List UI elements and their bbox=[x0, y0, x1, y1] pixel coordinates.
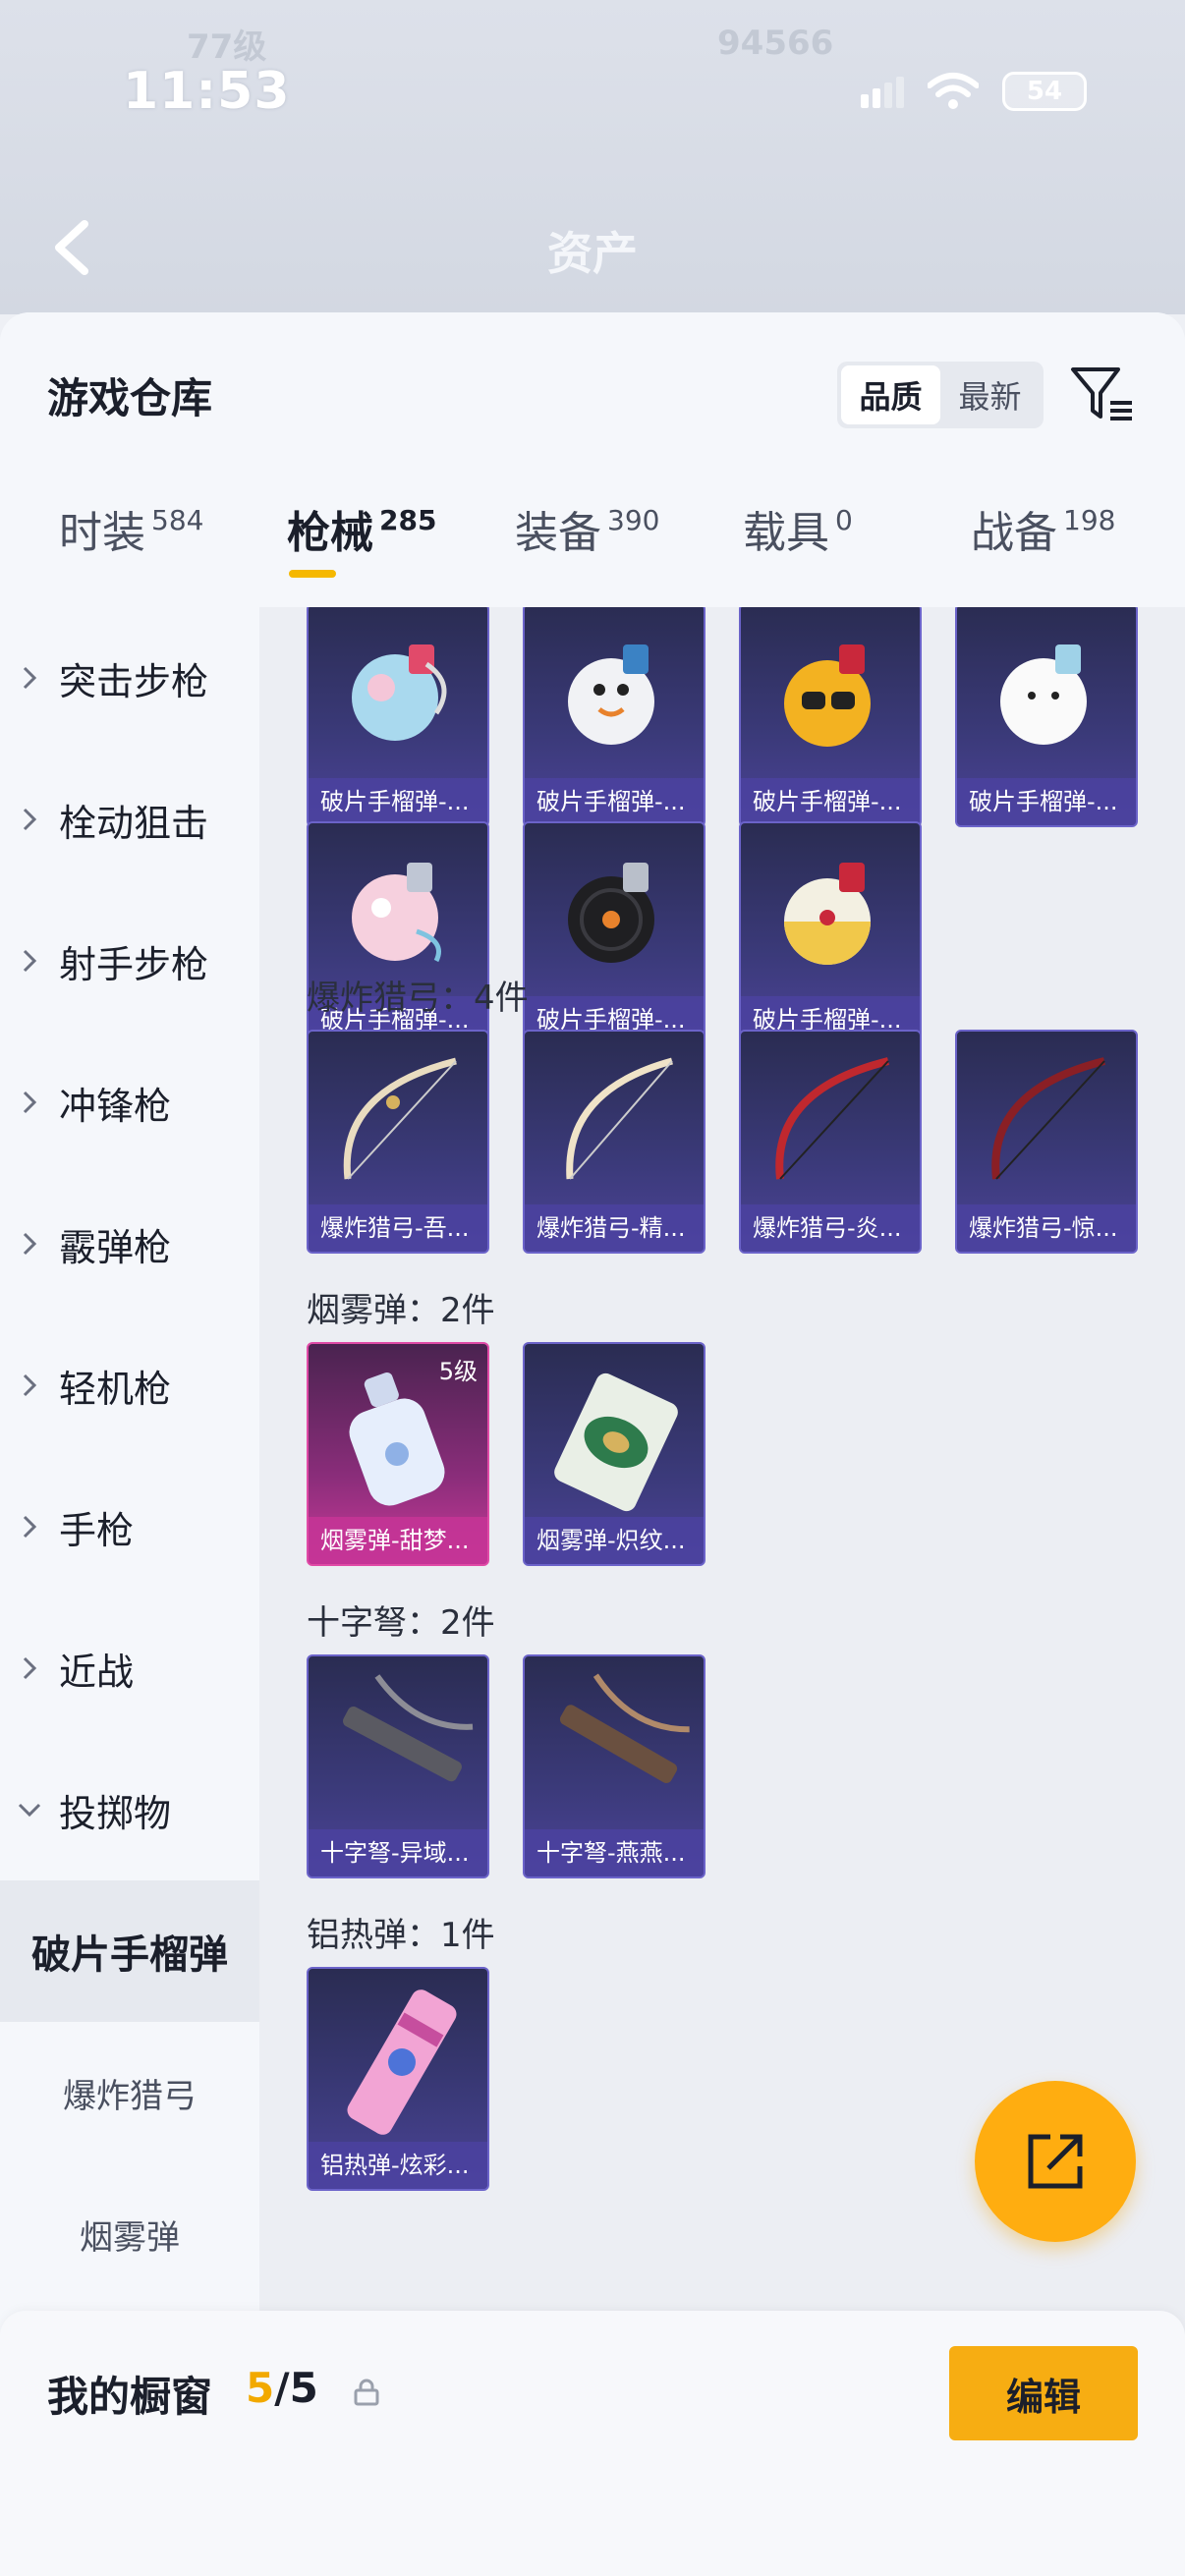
panel-title: 游戏仓库 bbox=[47, 374, 213, 422]
sort-quality-option[interactable]: 品质 bbox=[841, 365, 940, 424]
item-card[interactable]: 爆炸猎弓-精... bbox=[523, 1030, 705, 1254]
chevron-down-icon bbox=[18, 1803, 41, 1818]
chevron-right-icon bbox=[23, 666, 37, 690]
chevron-right-icon bbox=[23, 1232, 37, 1256]
tab-fashion[interactable]: 时装 584 bbox=[59, 497, 203, 607]
sidebar-item-pistol[interactable]: 手枪 bbox=[0, 1456, 259, 1597]
share-button[interactable] bbox=[975, 2081, 1136, 2242]
bow-icon bbox=[343, 1057, 457, 1180]
sidebar-item-shotgun[interactable]: 霰弹枪 bbox=[0, 1173, 259, 1315]
crossbow-icon bbox=[559, 1673, 690, 1783]
item-card[interactable]: 十字弩-异域... bbox=[307, 1654, 489, 1878]
item-card[interactable]: 破片手榴弹-... bbox=[523, 821, 705, 1045]
grenade-icon bbox=[568, 863, 654, 963]
tab-equipment[interactable]: 装备 390 bbox=[515, 497, 659, 607]
battery-indicator: 54 bbox=[1002, 72, 1087, 111]
category-tabs: 时装 584 枪械 285 装备 390 载具 0 战备 198 bbox=[0, 497, 1185, 607]
item-card[interactable]: 破片手榴弹-... bbox=[955, 607, 1138, 827]
section-title-smoke-grenade: 烟雾弹：2件 bbox=[307, 1291, 495, 1330]
showcase-title: 我的橱窗 bbox=[47, 2373, 213, 2421]
status-time: 11:53 bbox=[123, 62, 291, 121]
tab-firearms[interactable]: 枪械 285 bbox=[287, 497, 436, 607]
tab-active-indicator bbox=[289, 570, 336, 578]
canister-icon bbox=[554, 1372, 678, 1512]
item-card[interactable]: 破片手榴弹-... bbox=[739, 607, 922, 827]
chevron-right-icon bbox=[23, 1373, 37, 1397]
chevron-right-icon bbox=[23, 808, 37, 831]
bow-icon bbox=[566, 1057, 673, 1180]
bow-icon bbox=[991, 1057, 1105, 1180]
chevron-right-icon bbox=[23, 949, 37, 973]
lock-icon bbox=[354, 2379, 379, 2406]
grenade-icon bbox=[784, 863, 871, 965]
chevron-right-icon bbox=[23, 1515, 37, 1539]
showcase-bar: 我的橱窗 5/5 编辑 bbox=[0, 2311, 1185, 2576]
item-card[interactable]: 铝热弹-炫彩... bbox=[307, 1967, 489, 2191]
page-title: 资产 bbox=[547, 227, 638, 280]
external-link-icon bbox=[1028, 2134, 1083, 2189]
panel-header: 游戏仓库 品质 最新 时装 584 枪械 285 装备 390 载具 0 战备 198 bbox=[0, 312, 1185, 607]
tab-supplies[interactable]: 战备 198 bbox=[971, 497, 1115, 607]
bow-icon bbox=[775, 1057, 889, 1180]
grenade-icon bbox=[568, 644, 654, 745]
sidebar-sub-smoke-grenade[interactable]: 烟雾弹 bbox=[0, 2163, 259, 2305]
sidebar-item-smg[interactable]: 冲锋枪 bbox=[0, 1032, 259, 1173]
sidebar-item-throwables[interactable]: 投掷物 bbox=[0, 1739, 259, 1880]
sidebar-item-lmg[interactable]: 轻机枪 bbox=[0, 1315, 259, 1456]
grenade-icon bbox=[352, 644, 447, 741]
thermite-icon bbox=[347, 1989, 457, 2135]
section-title-thermite: 铝热弹：1件 bbox=[307, 1916, 495, 1955]
item-card[interactable]: 破片手榴弹-... bbox=[307, 607, 489, 827]
sidebar-item-melee[interactable]: 近战 bbox=[0, 1597, 259, 1739]
status-bar: 11:53 54 bbox=[123, 57, 1087, 126]
signal-icon bbox=[861, 77, 904, 108]
item-card[interactable]: 烟雾弹-炽纹... bbox=[523, 1342, 705, 1566]
grenade-icon bbox=[784, 644, 871, 747]
warehouse-panel: 游戏仓库 品质 最新 时装 584 枪械 285 装备 390 载具 0 战备 198 突… bbox=[0, 312, 1185, 2576]
chevron-right-icon bbox=[23, 1091, 37, 1114]
item-card[interactable]: 爆炸猎弓-吾... bbox=[307, 1030, 489, 1254]
item-card[interactable]: 爆炸猎弓-惊... bbox=[955, 1030, 1138, 1254]
sidebar-item-bolt-sniper[interactable]: 栓动狙击 bbox=[0, 749, 259, 890]
grenade-icon bbox=[1000, 644, 1087, 745]
sidebar-item-assault-rifle[interactable]: 突击步枪 bbox=[0, 607, 259, 749]
sidebar-sub-explosive-bow[interactable]: 爆炸猎弓 bbox=[0, 2022, 259, 2163]
filter-icon[interactable] bbox=[1069, 362, 1134, 426]
item-level-badge: 5级 bbox=[438, 1358, 478, 1385]
edit-button[interactable]: 编辑 bbox=[949, 2346, 1138, 2440]
chevron-right-icon bbox=[23, 1656, 37, 1680]
sort-toggle: 品质 最新 bbox=[837, 362, 1044, 428]
top-header: 77级 94566 11:53 54 资产 bbox=[0, 0, 1185, 314]
weapon-category-sidebar: 突击步枪 栓动狙击 射手步枪 冲锋枪 霰弹枪 轻机枪 手枪 近战 投掷物 破片手… bbox=[0, 607, 259, 2352]
wifi-icon bbox=[928, 73, 979, 109]
tab-vehicles[interactable]: 载具 0 bbox=[743, 497, 853, 607]
item-card[interactable]: 十字弩-燕燕... bbox=[523, 1654, 705, 1878]
item-card[interactable]: 爆炸猎弓-炎... bbox=[739, 1030, 922, 1254]
sidebar-sub-frag-grenade[interactable]: 破片手榴弹 bbox=[0, 1880, 259, 2022]
showcase-count: 5/5 bbox=[246, 2364, 318, 2412]
item-card-legendary[interactable]: 5级 烟雾弹-甜梦... bbox=[307, 1342, 489, 1566]
item-card[interactable]: 破片手榴弹-... bbox=[739, 821, 922, 1045]
sort-latest-option[interactable]: 最新 bbox=[940, 365, 1040, 424]
section-title-crossbow: 十字弩：2件 bbox=[307, 1603, 495, 1643]
section-title-explosive-bow: 爆炸猎弓：4件 bbox=[307, 979, 529, 1018]
crossbow-icon bbox=[343, 1674, 474, 1782]
sidebar-item-marksman-rifle[interactable]: 射手步枪 bbox=[0, 890, 259, 1032]
item-card[interactable]: 破片手榴弹-... bbox=[523, 607, 705, 827]
